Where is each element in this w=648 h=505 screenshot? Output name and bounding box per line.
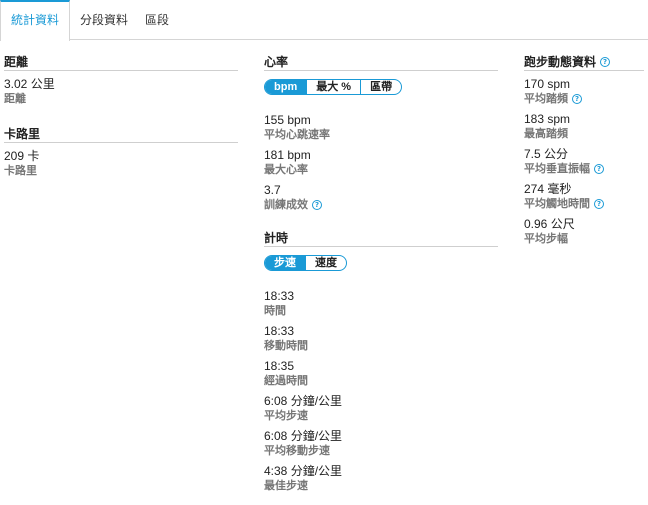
stat-value: 6:08 分鐘/公里 [264,394,343,408]
stat-label: 平均觸地時間 [524,198,590,210]
help-icon[interactable]: ? [594,164,604,174]
stat-label: 平均步幅 [524,233,568,245]
time-stat: 18:33 時間 [264,289,498,318]
calories-stat: 209 卡 卡路里 [4,149,238,178]
stat-value: 181 bpm [264,148,311,162]
timing-unit-toggle: 步速 速度 [264,255,347,271]
stat-value: 183 spm [524,112,571,126]
running-dynamics-section-title: 跑步動態資料 ? [524,54,644,71]
elapsed-time-stat: 18:35 經過時間 [264,359,498,388]
heart-rate-section-title: 心率 [264,54,498,71]
stat-label: 平均心跳速率 [264,129,330,141]
max-cadence-stat: 183 spm 最高踏頻 [524,112,644,141]
stat-label: 平均垂直振幅 [524,163,590,175]
stat-label: 最佳步速 [264,480,308,492]
stat-value: 18:35 [264,359,295,373]
stride-length-stat: 0.96 公尺 平均步幅 [524,217,644,246]
stat-label-row: 平均垂直振幅 ? [524,162,644,176]
distance-section-title: 距離 [4,54,238,71]
stat-label: 經過時間 [264,375,308,387]
distance-value: 3.02 公里 [4,77,55,91]
left-column: 距離 3.02 公里 距離 卡路里 209 卡 卡路里 [4,54,238,178]
stat-label: 平均移動步速 [264,445,330,457]
stat-value: 18:33 [264,324,295,338]
max-heart-rate-stat: 181 bpm 最大心率 [264,148,498,177]
distance-stat: 3.02 公里 距離 [4,77,238,106]
moving-time-stat: 18:33 移動時間 [264,324,498,353]
vertical-oscillation-stat: 7.5 公分 平均垂直振幅 ? [524,147,644,176]
calories-section-title: 卡路里 [4,126,238,143]
stat-label: 最高踏頻 [524,128,568,140]
stat-label-row: 平均觸地時間 ? [524,197,644,211]
stat-value: 155 bpm [264,113,311,127]
toggle-bpm[interactable]: bpm [265,80,307,94]
stat-value: 0.96 公尺 [524,217,575,231]
toggle-pace[interactable]: 步速 [265,256,305,270]
running-dynamics-title-text: 跑步動態資料 [524,55,597,69]
toggle-max-percent[interactable]: 最大 % [306,80,360,94]
right-column: 跑步動態資料 ? 170 spm 平均踏頻 ? 183 spm 最高踏頻 7.5… [524,54,644,246]
avg-pace-stat: 6:08 分鐘/公里 平均步速 [264,394,498,423]
stat-value: 7.5 公分 [524,147,569,161]
tab-bar: 統計資料 分段資料 區段 [0,0,648,41]
middle-column: 心率 bpm 最大 % 區帶 155 bpm 平均心跳速率 181 bpm 最大… [264,54,498,493]
ground-contact-time-stat: 274 毫秒 平均觸地時間 ? [524,182,644,211]
tab-stats[interactable]: 統計資料 [0,0,70,41]
toggle-speed[interactable]: 速度 [305,256,346,270]
stat-value: 274 毫秒 [524,182,572,196]
calories-label: 卡路里 [4,165,37,177]
stat-label: 時間 [264,305,286,317]
help-icon[interactable]: ? [600,57,611,67]
help-icon[interactable]: ? [312,200,322,210]
calories-value: 209 卡 [4,149,40,163]
stat-label: 最大心率 [264,164,308,176]
toggle-zones[interactable]: 區帶 [360,80,401,94]
stat-label-row: 平均踏頻 ? [524,92,644,106]
stat-label: 訓練成效 [264,199,308,211]
training-effect-stat: 3.7 訓練成效 ? [264,183,498,212]
help-icon[interactable]: ? [594,199,604,209]
avg-moving-pace-stat: 6:08 分鐘/公里 平均移動步速 [264,429,498,458]
stat-value: 18:33 [264,289,295,303]
distance-label: 距離 [4,93,26,105]
stat-value: 170 spm [524,77,571,91]
help-icon[interactable]: ? [572,94,582,104]
stat-label: 移動時間 [264,340,308,352]
stat-label: 平均踏頻 [524,93,568,105]
stat-label: 平均步速 [264,410,308,422]
heart-rate-unit-toggle: bpm 最大 % 區帶 [264,79,403,95]
stat-value: 4:38 分鐘/公里 [264,464,343,478]
stat-value: 3.7 [264,183,281,197]
avg-heart-rate-stat: 155 bpm 平均心跳速率 [264,113,498,142]
timing-section-title: 計時 [264,230,498,247]
avg-cadence-stat: 170 spm 平均踏頻 ? [524,77,644,106]
stat-label-row: 訓練成效 ? [264,198,498,212]
tab-splits[interactable]: 分段資料 [70,0,138,40]
best-pace-stat: 4:38 分鐘/公里 最佳步速 [264,464,498,493]
tab-segments[interactable]: 區段 [138,0,176,40]
stat-value: 6:08 分鐘/公里 [264,429,343,443]
